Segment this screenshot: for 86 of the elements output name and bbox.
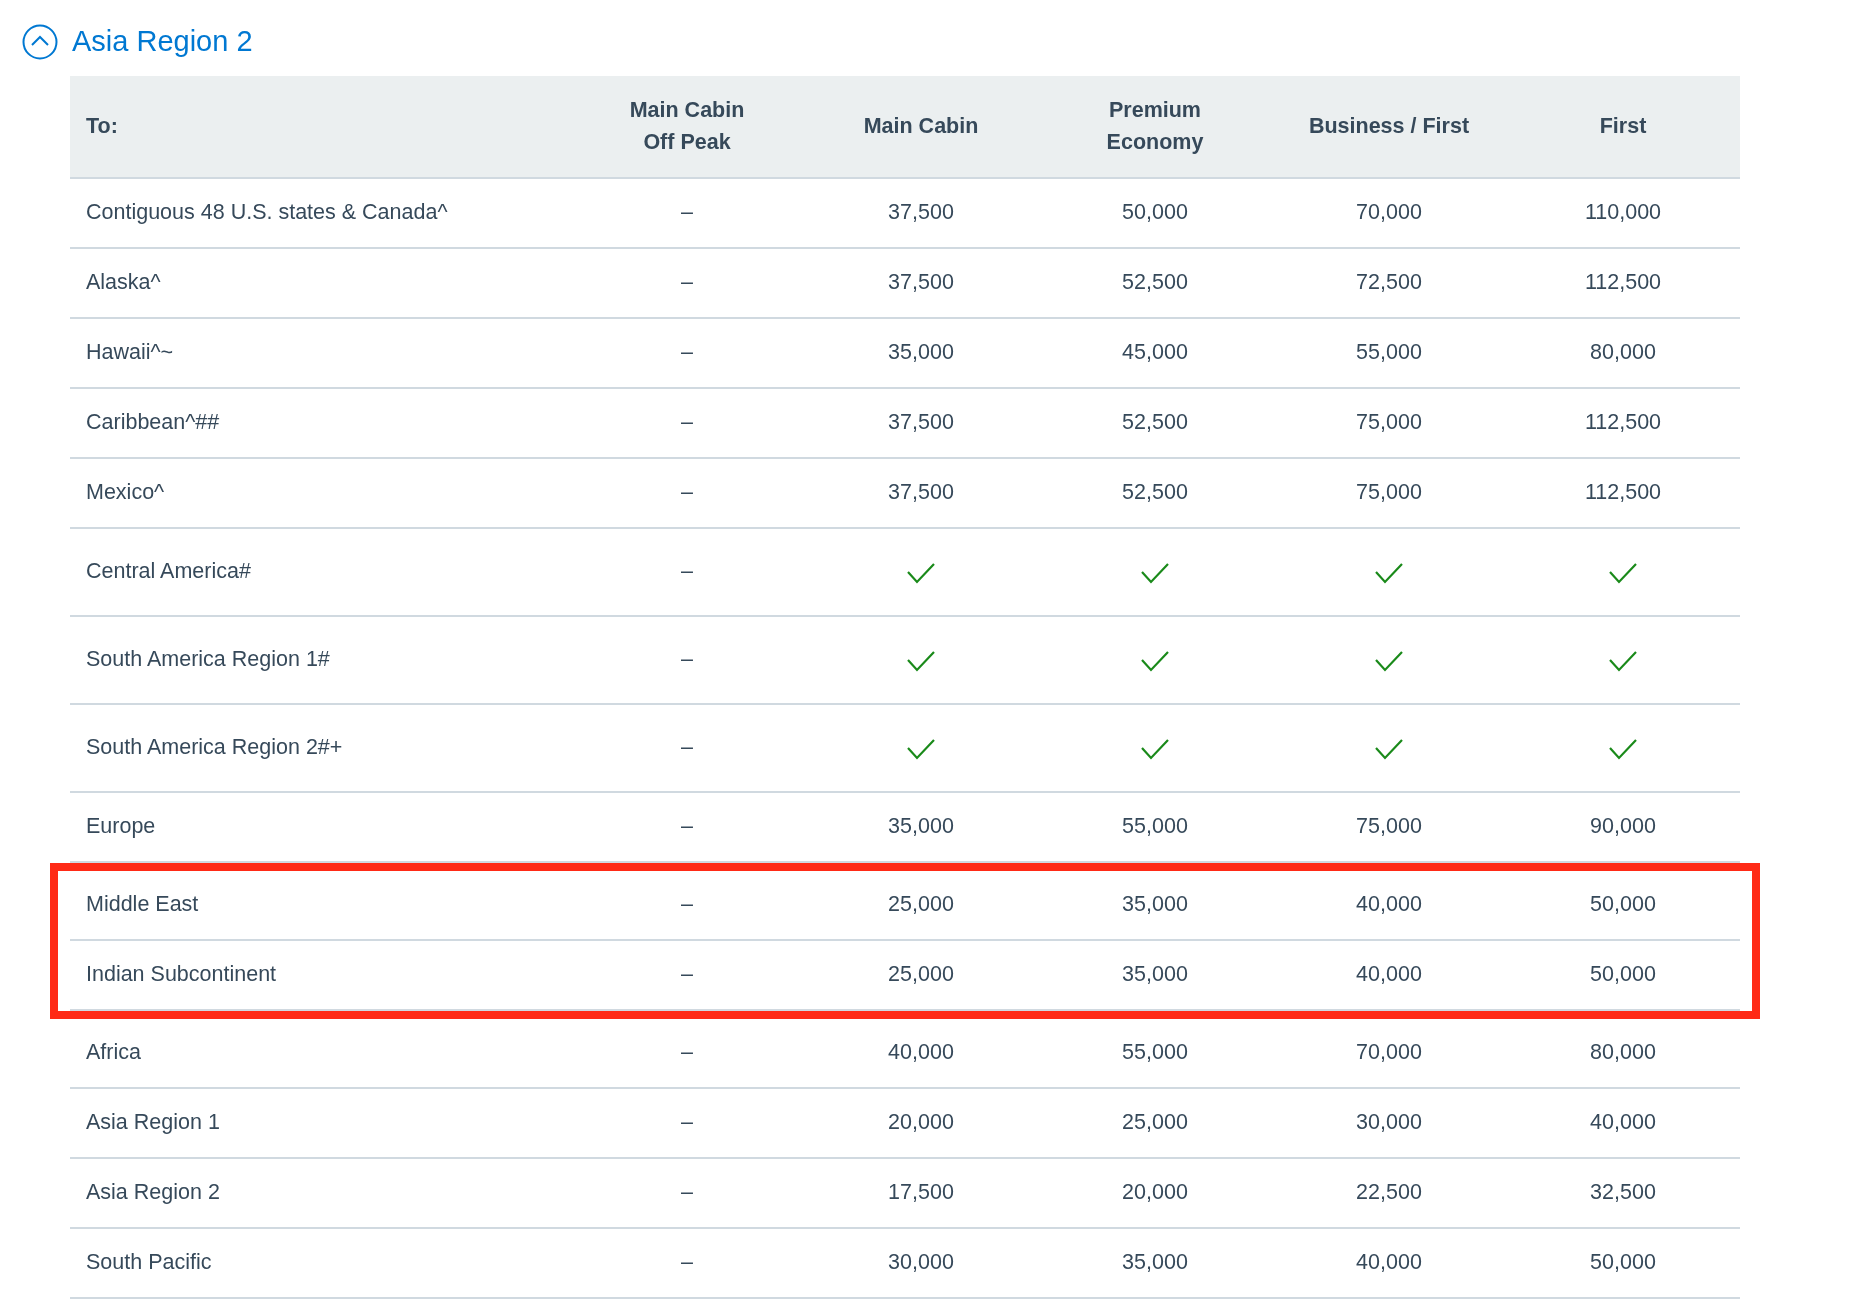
table-cell: 22,500 — [1356, 1180, 1422, 1205]
table-cell: 55,000 — [1122, 814, 1188, 839]
column-header: Premium Economy — [1105, 96, 1205, 156]
table-cell: 75,000 — [1356, 410, 1422, 435]
table-cell: Hawaii^~ — [86, 340, 174, 365]
table-cell: – — [681, 410, 693, 435]
table-cell: 110,000 — [1584, 200, 1662, 225]
section-toggle[interactable]: Asia Region 2 — [22, 20, 253, 64]
table-cell: 75,000 — [1356, 814, 1422, 839]
table-cell: 55,000 — [1356, 340, 1422, 365]
table-cell: 52,500 — [1122, 270, 1188, 295]
table-cell: 50,000 — [1590, 1250, 1656, 1275]
table-cell: 112,500 — [1584, 410, 1662, 435]
table-cell: 40,000 — [1356, 892, 1422, 917]
table-cell: South America Region 2#+ — [86, 735, 343, 760]
table-cell: 55,000 — [1122, 1040, 1188, 1065]
column-header: First — [1598, 112, 1648, 140]
table-cell: – — [681, 480, 693, 505]
table-cell: – — [681, 1250, 693, 1275]
table-cell: 40,000 — [1356, 962, 1422, 987]
table-cell: – — [681, 270, 693, 295]
table-cell: – — [681, 814, 693, 839]
column-header: Business / First — [1307, 112, 1471, 140]
table-cell: 50,000 — [1590, 892, 1656, 917]
table-cell: 70,000 — [1356, 1040, 1422, 1065]
table-cell: 80,000 — [1590, 340, 1656, 365]
table-cell: 30,000 — [1356, 1110, 1422, 1135]
table-cell: South America Region 1# — [86, 647, 330, 672]
table-cell: 35,000 — [888, 340, 954, 365]
table-cell: 80,000 — [1590, 1040, 1656, 1065]
table-cell: 112,500 — [1584, 270, 1662, 295]
table-cell: 35,000 — [1122, 1250, 1188, 1275]
table-cell: 25,000 — [1122, 1110, 1188, 1135]
table-cell: Europe — [86, 814, 156, 839]
table-cell: Contiguous 48 U.S. states & Canada^ — [86, 200, 448, 225]
table-cell: 35,000 — [888, 814, 954, 839]
table-cell: – — [681, 200, 693, 225]
table-cell: – — [681, 892, 693, 917]
table-cell: Mexico^ — [86, 480, 165, 505]
table-cell: South Pacific — [86, 1250, 212, 1275]
table-cell: 25,000 — [888, 962, 954, 987]
table-cell: Central America# — [86, 559, 251, 584]
column-header: Main Cabin Off Peak — [628, 96, 746, 156]
table-cell: 50,000 — [1122, 200, 1188, 225]
table-cell: 40,000 — [1356, 1250, 1422, 1275]
table-cell: 50,000 — [1590, 962, 1656, 987]
table-cell: – — [681, 647, 693, 672]
table-cell: Indian Subcontinent — [86, 962, 277, 987]
table-cell: Alaska^ — [86, 270, 161, 295]
table-cell: 25,000 — [888, 892, 954, 917]
column-header: Main Cabin — [862, 112, 980, 140]
table-cell: – — [681, 735, 693, 760]
table-cell: 75,000 — [1356, 480, 1422, 505]
table-cell: 112,500 — [1584, 480, 1662, 505]
table-cell: 17,500 — [888, 1180, 954, 1205]
table-cell: 32,500 — [1590, 1180, 1656, 1205]
table-cell: 45,000 — [1122, 340, 1188, 365]
collapse-icon — [22, 23, 58, 60]
table-cell: – — [681, 962, 693, 987]
table-cell: 40,000 — [1590, 1110, 1656, 1135]
table-cell: Asia Region 2 — [86, 1180, 220, 1205]
table-cell: 35,000 — [1122, 892, 1188, 917]
table-cell: 37,500 — [888, 480, 954, 505]
table-cell: 35,000 — [1122, 962, 1188, 987]
table-cell: – — [681, 1180, 693, 1205]
table-cell: Middle East — [86, 892, 199, 917]
table-cell: – — [681, 559, 693, 584]
table-cell: 37,500 — [888, 410, 954, 435]
table-cell: 52,500 — [1122, 410, 1188, 435]
table-cell: – — [681, 340, 693, 365]
table-cell: 30,000 — [888, 1250, 954, 1275]
table-cell: 90,000 — [1590, 814, 1656, 839]
table-cell: Caribbean^## — [86, 410, 220, 435]
table-cell: 52,500 — [1122, 480, 1188, 505]
table-cell: 20,000 — [1122, 1180, 1188, 1205]
table-cell: 37,500 — [888, 270, 954, 295]
table-cell: – — [681, 1110, 693, 1135]
table-cell: 37,500 — [888, 200, 954, 225]
table-cell: Africa — [86, 1040, 141, 1065]
table-cell: 70,000 — [1356, 200, 1422, 225]
table-cell: – — [681, 1040, 693, 1065]
column-header: To: — [85, 112, 119, 140]
table-cell: 40,000 — [888, 1040, 954, 1065]
table-cell: 72,500 — [1356, 270, 1422, 295]
table-cell: Asia Region 1 — [86, 1110, 220, 1135]
table-cell: 20,000 — [888, 1110, 954, 1135]
